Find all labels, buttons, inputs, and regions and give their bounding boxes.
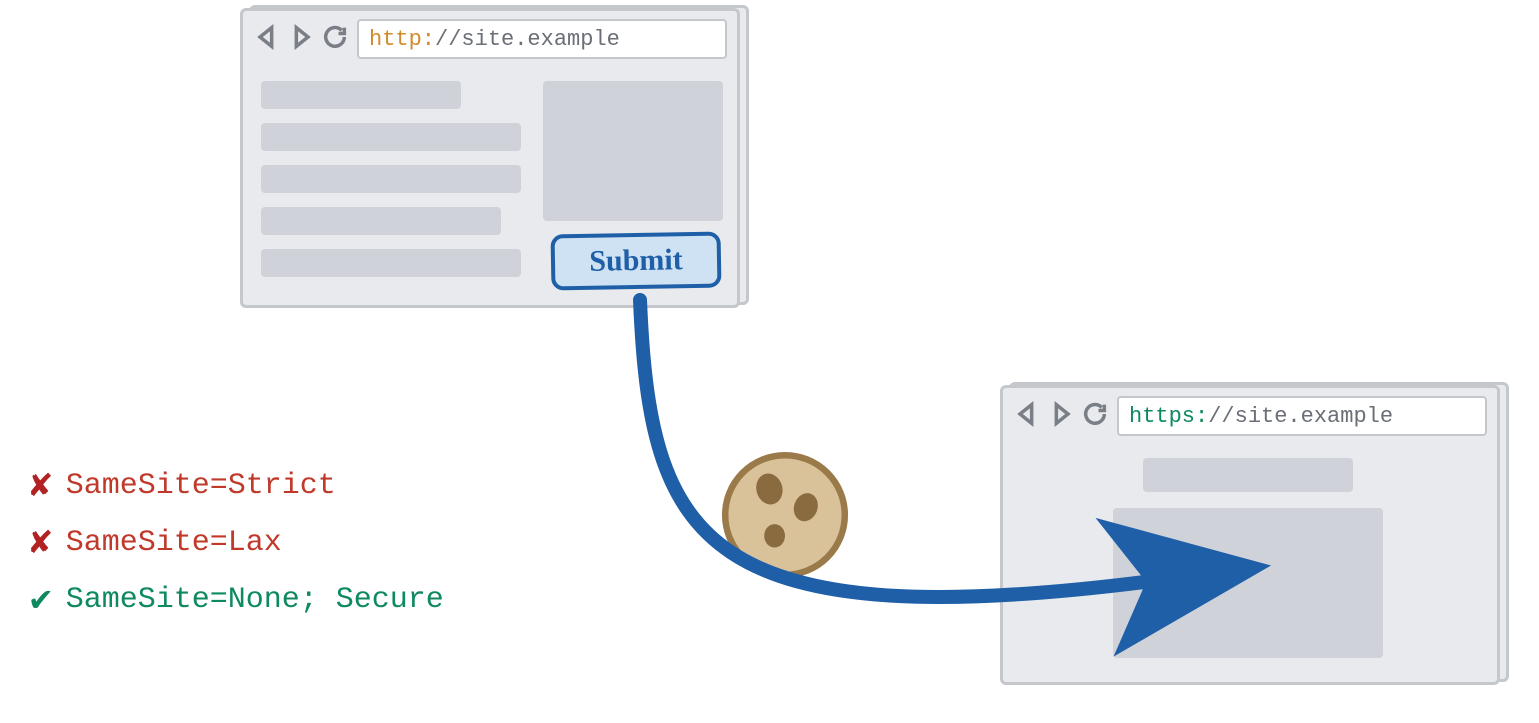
content-placeholder: [1143, 458, 1353, 492]
browser-window-source: http://site.example Submit: [240, 8, 740, 308]
reload-icon[interactable]: [1081, 400, 1109, 433]
legend-row-lax: ✘ SameSite=Lax: [30, 521, 444, 564]
legend-label-lax: SameSite=Lax: [66, 526, 282, 560]
content-placeholder: [261, 165, 521, 193]
submit-button[interactable]: Submit: [551, 232, 722, 291]
legend-label-none: SameSite=None; Secure: [66, 583, 444, 617]
submit-button-label: Submit: [589, 243, 683, 279]
content-placeholder: [1113, 508, 1383, 658]
address-bar[interactable]: http://site.example: [357, 19, 727, 59]
legend-row-strict: ✘ SameSite=Strict: [30, 464, 444, 507]
nav-icon-group: [1013, 400, 1109, 433]
cookie-icon: [720, 450, 850, 580]
content-placeholder: [261, 249, 521, 277]
reload-icon[interactable]: [321, 23, 349, 56]
legend-row-none: ✔ SameSite=None; Secure: [30, 578, 444, 621]
url-scheme: http:: [369, 27, 435, 52]
forward-icon[interactable]: [287, 23, 315, 56]
nav-icon-group: [253, 23, 349, 56]
url-scheme: https:: [1129, 404, 1208, 429]
address-bar[interactable]: https://site.example: [1117, 396, 1487, 436]
browser-window-destination: https://site.example: [1000, 385, 1500, 685]
content-image-placeholder: [543, 81, 723, 221]
back-icon[interactable]: [253, 23, 281, 56]
browser-toolbar: http://site.example: [243, 11, 737, 67]
browser-toolbar: https://site.example: [1003, 388, 1497, 444]
content-placeholder: [261, 123, 521, 151]
forward-icon[interactable]: [1047, 400, 1075, 433]
cross-icon: ✘: [30, 464, 52, 507]
url-host: //site.example: [1208, 404, 1393, 429]
samesite-legend: ✘ SameSite=Strict ✘ SameSite=Lax ✔ SameS…: [30, 450, 444, 635]
url-host: //site.example: [435, 27, 620, 52]
back-icon[interactable]: [1013, 400, 1041, 433]
cross-icon: ✘: [30, 521, 52, 564]
check-icon: ✔: [30, 578, 52, 621]
legend-label-strict: SameSite=Strict: [66, 469, 336, 503]
content-placeholder: [261, 207, 501, 235]
content-placeholder: [261, 81, 461, 109]
